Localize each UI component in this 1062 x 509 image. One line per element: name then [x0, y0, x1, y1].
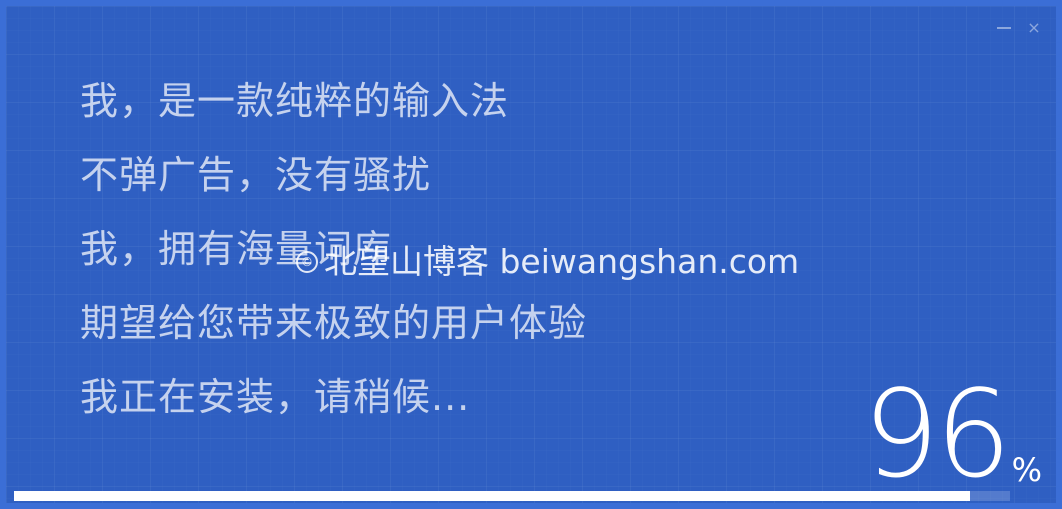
- watermark-text: 北望山博客 beiwangshan.com: [324, 242, 800, 281]
- intro-line-1: 我，是一款纯粹的输入法: [80, 79, 510, 123]
- intro-line-2: 不弹广告，没有骚扰: [80, 153, 432, 197]
- copyright-icon: ©: [296, 251, 318, 273]
- installing-status: 我正在安装，请稍候...: [80, 375, 471, 419]
- progress-percent: 96 %: [863, 376, 1042, 496]
- progress-value: 96: [862, 366, 1012, 505]
- intro-line-4: 期望给您带来极致的用户体验: [80, 301, 588, 345]
- percent-sign: %: [1011, 451, 1042, 489]
- installer-window: × 我，是一款纯粹的输入法 不弹广告，没有骚扰 我，拥有海量词库 期望给您带来极…: [0, 0, 1062, 509]
- progress-bar-fill: [14, 491, 971, 501]
- minimize-icon[interactable]: [996, 20, 1012, 36]
- close-icon[interactable]: ×: [1026, 20, 1042, 36]
- watermark: © 北望山博客 beiwangshan.com: [296, 242, 799, 282]
- window-controls: ×: [996, 20, 1042, 36]
- progress-bar: [14, 491, 1010, 501]
